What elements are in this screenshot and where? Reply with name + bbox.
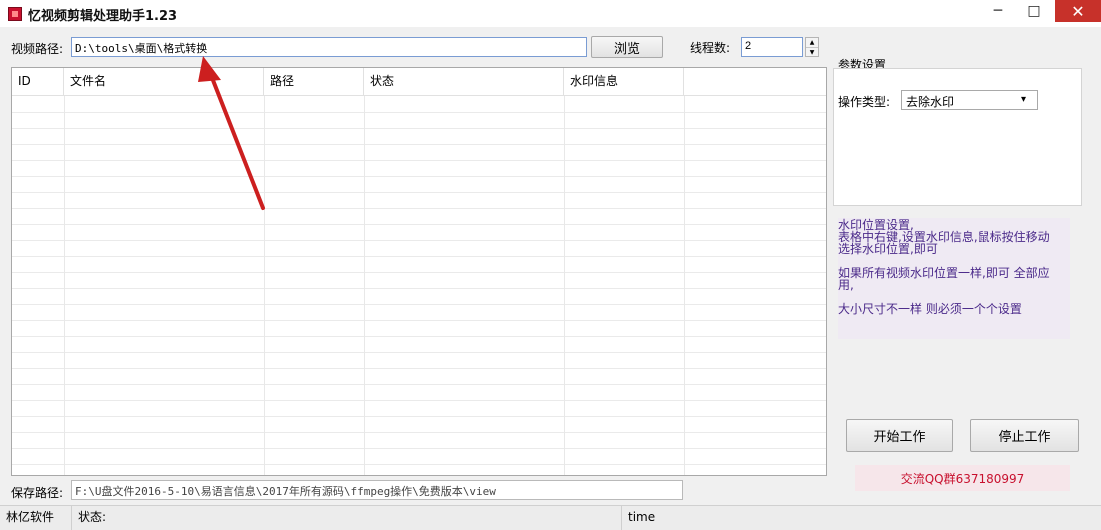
table-row-line — [12, 192, 826, 193]
table-row-line — [12, 448, 826, 449]
stop-work-button[interactable]: 停止工作 — [970, 419, 1079, 452]
video-path-input[interactable]: D:\tools\桌面\格式转换 — [71, 37, 587, 57]
table-row-line — [12, 128, 826, 129]
table-row-line — [12, 240, 826, 241]
note-line: 大小尺寸不一样 则必须一个个设置 — [838, 302, 1022, 316]
table-row-line — [12, 416, 826, 417]
watermark-help-note: 水印位置设置, 表格中右键,设置水印信息,鼠标按住移动 选择水印位置,即可 如果… — [838, 218, 1070, 339]
stepper-up-icon[interactable]: ▲ — [806, 38, 818, 48]
window-title: 忆视频剪辑处理助手1.23 — [28, 9, 178, 24]
table-row-line — [12, 432, 826, 433]
operation-type-select[interactable]: 去除水印 ▾ — [901, 90, 1038, 110]
operation-type-label: 操作类型: — [838, 95, 891, 109]
table-row-line — [12, 224, 826, 225]
table-row-line — [12, 208, 826, 209]
note-line: 如果所有视频水印位置一样,即可 全部应 — [838, 266, 1050, 280]
table-row-line — [12, 368, 826, 369]
video-path-label: 视频路径: — [11, 42, 64, 56]
save-path-label: 保存路径: — [11, 486, 64, 500]
table-row-line — [12, 352, 826, 353]
table-row-line — [12, 464, 826, 465]
browse-button[interactable]: 浏览 — [591, 36, 663, 58]
chevron-down-icon: ▾ — [1021, 94, 1027, 105]
close-button[interactable]: ✕ — [1055, 0, 1101, 22]
status-time: time — [628, 510, 656, 524]
column-header-filler — [684, 68, 826, 96]
table-row-line — [12, 384, 826, 385]
minimize-button[interactable]: ─ — [978, 0, 1018, 22]
column-header-id[interactable]: ID — [12, 68, 64, 96]
thread-count-label: 线程数: — [690, 41, 731, 55]
stepper-down-icon[interactable]: ▼ — [806, 48, 818, 57]
table-row-line — [12, 160, 826, 161]
annotation-arrow — [198, 56, 265, 210]
maximize-button[interactable]: □ — [1014, 0, 1054, 22]
note-line: 用, — [838, 278, 854, 292]
table-row-line — [12, 320, 826, 321]
table-column-line — [684, 96, 685, 475]
app-logo-icon — [8, 7, 22, 21]
column-header-status[interactable]: 状态 — [364, 68, 564, 96]
start-work-button[interactable]: 开始工作 — [846, 419, 953, 452]
column-header-watermark[interactable]: 水印信息 — [564, 68, 684, 96]
note-line: 选择水印位置,即可 — [838, 242, 938, 256]
table-row-line — [12, 288, 826, 289]
status-label: 状态: — [72, 506, 622, 530]
thread-count-input[interactable]: 2 — [741, 37, 803, 57]
status-bar: 林亿软件 状态: time — [0, 505, 1101, 530]
table-row-line — [12, 176, 826, 177]
table-column-line — [564, 96, 565, 475]
table-row-line — [12, 272, 826, 273]
table-row-line — [12, 144, 826, 145]
table-column-line — [364, 96, 365, 475]
arrow-head — [198, 56, 221, 82]
column-header-path[interactable]: 路径 — [264, 68, 364, 96]
table-row-line — [12, 400, 826, 401]
params-group — [833, 68, 1082, 206]
save-path-input[interactable]: F:\U盘文件2016-5-10\易语言信息\2017年所有源码\ffmpeg操… — [71, 480, 683, 500]
qq-group-link[interactable]: 交流QQ群637180997 — [855, 465, 1070, 491]
file-table[interactable]: ID 文件名 路径 状态 水印信息 — [11, 67, 827, 476]
table-column-line — [64, 96, 65, 475]
table-row-line — [12, 256, 826, 257]
table-row-line — [12, 112, 826, 113]
status-author: 林亿软件 — [0, 506, 72, 530]
table-row-line — [12, 304, 826, 305]
operation-type-value: 去除水印 — [906, 95, 955, 109]
arrow-shaft — [207, 68, 265, 210]
table-row-line — [12, 336, 826, 337]
thread-count-stepper[interactable]: ▲ ▼ — [805, 37, 819, 57]
